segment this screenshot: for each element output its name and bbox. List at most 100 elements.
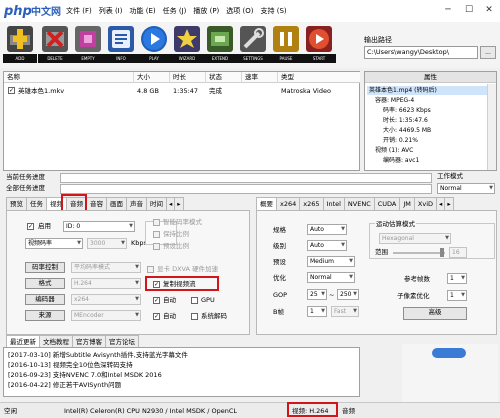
output-path-input[interactable]: C:\Users\wangy\Desktop\ — [364, 46, 478, 59]
tab-x265[interactable]: x265 — [299, 197, 324, 210]
menu-options[interactable]: 选项 (O) — [226, 4, 253, 18]
settings-button[interactable]: SETTINGS — [236, 25, 270, 65]
system-decode-checkbox[interactable] — [191, 313, 198, 320]
preset-select[interactable]: Medium ▼ — [307, 256, 355, 267]
format-select[interactable]: H.264 ▼ — [71, 278, 141, 289]
source-button[interactable]: 来源 — [25, 310, 65, 321]
rate-control-select[interactable]: 平均码率模式 ▼ — [71, 262, 141, 273]
menu-play[interactable]: 播放 (P) — [193, 4, 219, 18]
prop-row[interactable]: 码率: 6623 Kbps — [383, 106, 431, 115]
video-settings-panel: ✓ 启用 ID: 0 ▼ 视频码率 ▼ 3000 ▼ Kbps 码率控制 平均码率模式… — [6, 210, 250, 335]
bframe-mode-select[interactable]: Fast ▼ — [331, 306, 359, 317]
maximize-icon[interactable]: ☐ — [462, 3, 476, 17]
properties-scrollbar[interactable] — [487, 84, 496, 170]
col-name[interactable]: 名称 — [4, 72, 134, 83]
source-select[interactable]: MEncoder ▼ — [71, 310, 141, 321]
tab-sound[interactable]: 声音 — [126, 197, 147, 210]
tune-select[interactable]: Normal ▼ — [307, 272, 355, 283]
pause-button[interactable]: PAUSE — [269, 25, 303, 65]
info-button[interactable]: INFO — [104, 25, 138, 65]
tab-preview[interactable]: 预览 — [6, 197, 27, 210]
tab-nvenc[interactable]: NVENC — [343, 197, 375, 210]
prop-row[interactable]: 时长: 1:35:47.6 — [383, 116, 428, 125]
col-status[interactable]: 状态 — [206, 72, 242, 83]
tab-time[interactable]: 时间 — [146, 197, 167, 210]
menu-list[interactable]: 列表 (I) — [99, 4, 123, 18]
work-mode-select[interactable]: Normal ▼ — [437, 183, 495, 194]
prop-row[interactable]: 英雄本色1.mp4 (转码后) — [367, 86, 487, 95]
ref-frames-label: 参考帧数 — [404, 275, 430, 283]
rate-control-button[interactable]: 码率控制 — [25, 262, 65, 273]
delete-button[interactable]: DELETE — [38, 25, 72, 65]
dxva-label: 显卡 DXVA 硬件加速 — [157, 265, 219, 273]
wizard-button[interactable]: WIZARD — [170, 25, 204, 65]
pause-button-label: PAUSE — [269, 54, 303, 63]
motion-select[interactable]: Hexagonal ▼ — [379, 233, 451, 244]
prop-row[interactable]: 开销: 0.21% — [383, 136, 418, 145]
advanced-button[interactable]: 高级 — [403, 307, 467, 320]
tab-scroll-right-icon[interactable]: ▸ — [444, 197, 454, 210]
tab-container[interactable]: 音容 — [86, 197, 107, 210]
prop-row[interactable]: 视频 (1): AVC — [375, 146, 413, 155]
add-button[interactable]: ADD — [3, 25, 37, 65]
tab-summary[interactable]: 概要 — [256, 197, 277, 210]
task-checkbox[interactable]: ✓ — [8, 87, 15, 94]
log-line[interactable]: [2016-04-22] 修正若干AVISynth问题 — [8, 381, 121, 390]
enable-checkbox[interactable]: ✓ — [27, 223, 34, 230]
menu-file[interactable]: 文件 (F) — [66, 4, 92, 18]
subpel-select[interactable]: 1 ▼ — [447, 290, 467, 301]
gop-min-select[interactable]: 25 ▼ — [307, 289, 327, 300]
keep-ratio-checkbox[interactable] — [153, 231, 160, 238]
tab-scroll-right-icon[interactable]: ▸ — [174, 197, 184, 210]
prop-row[interactable]: 编码器: avc1 — [383, 156, 419, 165]
dxva-checkbox[interactable] — [147, 266, 154, 273]
tooltip-button[interactable] — [432, 348, 466, 358]
tab-intel[interactable]: Intel — [322, 197, 345, 210]
gpu-checkbox[interactable] — [191, 297, 198, 304]
level-select[interactable]: Auto ▼ — [307, 224, 347, 235]
preset-ratio-checkbox[interactable] — [153, 243, 160, 250]
gop-max-value: 250 — [340, 291, 352, 298]
auto-encoder-checkbox[interactable]: ✓ — [153, 297, 160, 304]
gop-max-select[interactable]: 250 ▼ — [337, 289, 359, 300]
menu-function[interactable]: 功能 (E) — [129, 4, 155, 18]
menu-support[interactable]: 支持 (S) — [261, 4, 287, 18]
encoder-select[interactable]: x264 ▼ — [71, 294, 141, 305]
browse-button[interactable]: ... — [480, 46, 496, 59]
auto-source-checkbox[interactable]: ✓ — [153, 313, 160, 320]
rate-mode-select[interactable]: 视频码率 ▼ — [25, 238, 83, 249]
log-line[interactable]: [2017-03-10] 新增Subtitle Avisynth插件,支持蓝光字… — [8, 351, 188, 360]
prop-row[interactable]: 容器: MPEG-4 — [375, 96, 414, 105]
empty-button[interactable]: EMPTY — [71, 25, 105, 65]
tab-cuda[interactable]: CUDA — [373, 197, 401, 210]
extend-button[interactable]: EXTEND — [203, 25, 237, 65]
format-button[interactable]: 格式 — [25, 278, 65, 289]
col-rate[interactable]: 速率 — [242, 72, 278, 83]
range-input[interactable]: 16 — [449, 247, 467, 258]
menu-task[interactable]: 任务 (J) — [163, 4, 187, 18]
encoder-button[interactable]: 编码器 — [25, 294, 65, 305]
log-line[interactable]: [2016-09-23] 支持NVENC 7.0和Intel MSDK 2016 — [8, 371, 162, 380]
minimize-icon[interactable]: ─ — [441, 3, 455, 17]
col-type[interactable]: 类型 — [278, 72, 360, 83]
range-slider-handle[interactable] — [440, 248, 444, 257]
col-size[interactable]: 大小 — [134, 72, 170, 83]
ref-frames-select[interactable]: 1 ▼ — [447, 273, 467, 284]
smart-rate-checkbox[interactable] — [153, 219, 160, 226]
col-duration[interactable]: 时长 — [170, 72, 206, 83]
log-line[interactable]: [2016-10-13] 视频完全10位色深转码支持 — [8, 361, 133, 370]
tab-picture[interactable]: 画面 — [106, 197, 127, 210]
bitrate-input[interactable]: 3000 ▼ — [87, 238, 127, 249]
prop-row[interactable]: 大小: 4469.5 MB — [383, 126, 431, 135]
play-button[interactable]: PLAY — [137, 25, 171, 65]
grade-select[interactable]: Auto ▼ — [307, 240, 347, 251]
bframe-select[interactable]: 1 ▼ — [307, 306, 327, 317]
tab-jm[interactable]: JM — [399, 197, 415, 210]
tab-x264[interactable]: x264 — [276, 197, 301, 210]
tab-task[interactable]: 任务 — [26, 197, 47, 210]
tab-xvid[interactable]: XviD — [413, 197, 438, 210]
start-button[interactable]: START — [302, 25, 336, 65]
stream-id-select[interactable]: ID: 0 ▼ — [63, 221, 135, 232]
range-slider[interactable] — [393, 252, 445, 254]
close-icon[interactable]: ✕ — [482, 3, 496, 17]
